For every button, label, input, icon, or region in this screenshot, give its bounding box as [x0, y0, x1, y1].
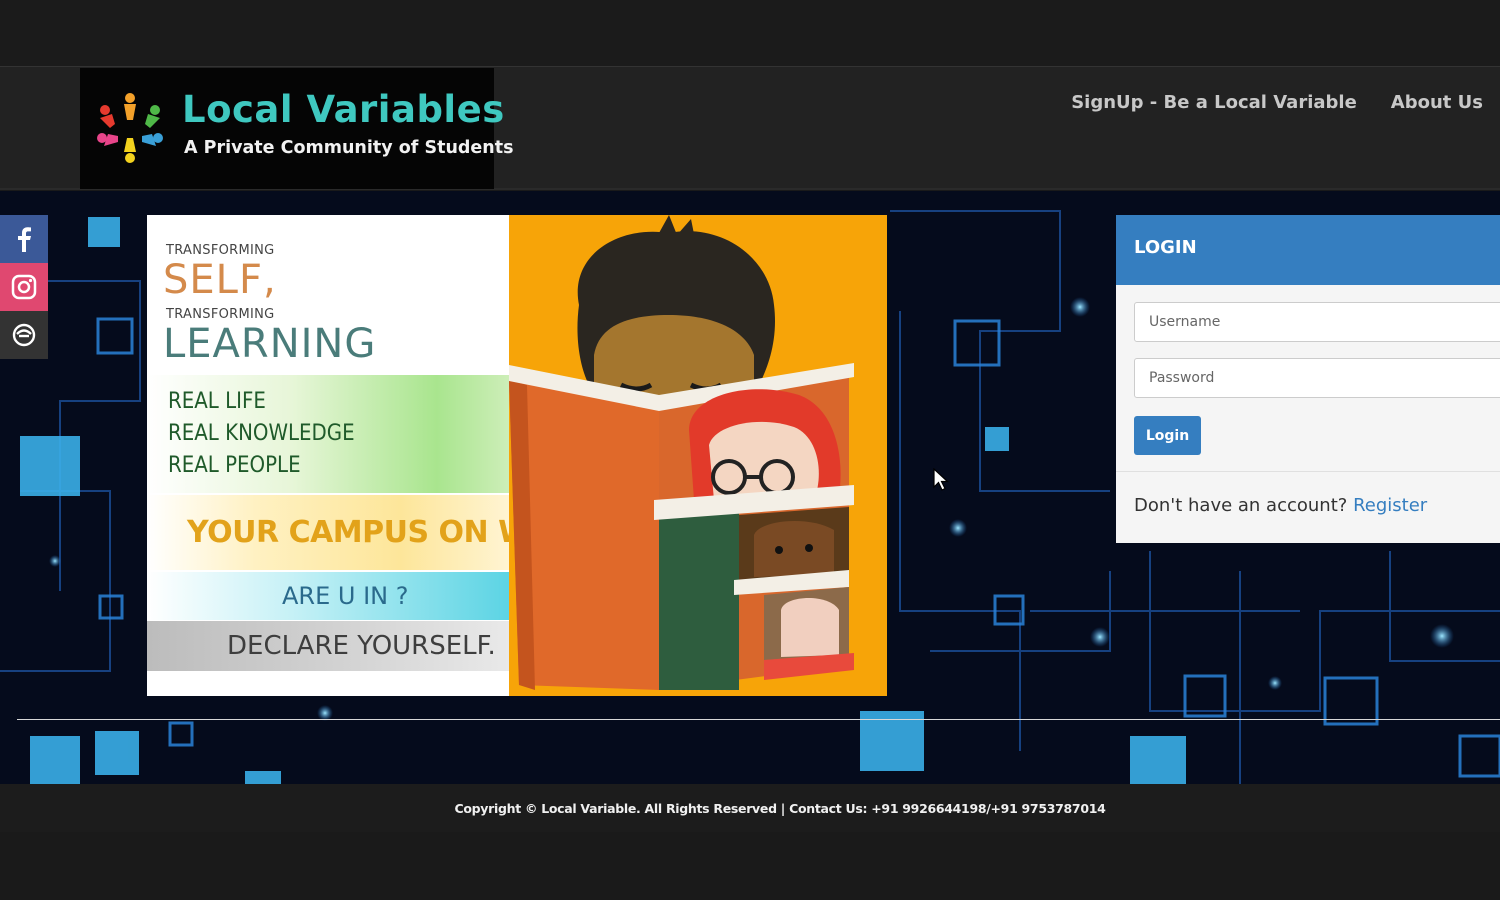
banner-transforming-2: TRANSFORMING [166, 307, 275, 322]
banner-transforming-1: TRANSFORMING [166, 243, 275, 258]
banner-declare-text: DECLARE YOURSELF. [227, 631, 496, 661]
nav-signup-link[interactable]: SignUp - Be a Local Variable [1071, 92, 1357, 113]
instagram-icon [11, 274, 37, 300]
hero-divider [17, 719, 1500, 720]
banner-points-band: REAL LIFE REAL KNOWLEDGE REAL PEOPLE [147, 375, 509, 493]
footer-copyright: Copyright © Local Variable. All Rights R… [454, 800, 1106, 816]
community-logo-icon [97, 93, 163, 163]
no-account-text: Don't have an account? [1134, 495, 1348, 516]
reading-child-illustration [509, 215, 887, 696]
site-footer: Copyright © Local Variable. All Rights R… [0, 784, 1500, 832]
instagram-link[interactable] [0, 263, 48, 311]
register-prompt: Don't have an account? Register [1134, 495, 1427, 516]
banner-point: REAL KNOWLEDGE [168, 421, 355, 446]
banner-learning: LEARNING [163, 321, 377, 367]
username-input[interactable] [1134, 302, 1500, 342]
facebook-icon [18, 227, 31, 252]
promo-banner: TRANSFORMING SELF, TRANSFORMING LEARNING… [147, 215, 887, 696]
banner-self-text: SELF, [163, 257, 277, 303]
banner-question-band: ARE U IN ? [147, 572, 509, 620]
password-input[interactable] [1134, 358, 1500, 398]
mouse-cursor-icon [933, 468, 949, 491]
login-separator [1116, 471, 1500, 472]
login-title: LOGIN [1116, 215, 1500, 285]
banner-point: REAL LIFE [168, 389, 266, 414]
banner-text-panel: TRANSFORMING SELF, TRANSFORMING LEARNING… [147, 215, 574, 696]
site-logo[interactable]: Local Variables A Private Community of S… [80, 68, 514, 189]
bottom-band [0, 832, 1500, 900]
login-button[interactable]: Login [1134, 416, 1201, 455]
brand-title: Local Variables [182, 88, 505, 131]
banner-point: REAL PEOPLE [168, 453, 301, 478]
register-link[interactable]: Register [1353, 495, 1427, 516]
banner-self: SELF, [163, 257, 277, 303]
banner-question-text: ARE U IN ? [282, 582, 409, 610]
login-panel: LOGIN Login Don't have an account? Regis… [1116, 215, 1500, 543]
banner-declare-band: DECLARE YOURSELF. [147, 621, 509, 671]
other-social-link[interactable] [0, 311, 48, 359]
banner-illustration [509, 215, 887, 696]
facebook-link[interactable] [0, 215, 48, 263]
main-nav: SignUp - Be a Local Variable About Us [1071, 92, 1483, 113]
other-social-icon [12, 323, 36, 347]
top-band [0, 0, 1500, 66]
social-sidebar [0, 215, 48, 359]
brand-tagline: A Private Community of Students [184, 138, 514, 158]
nav-about-link[interactable]: About Us [1391, 92, 1483, 113]
banner-campus-band: YOUR CAMPUS ON WEB [147, 495, 574, 570]
